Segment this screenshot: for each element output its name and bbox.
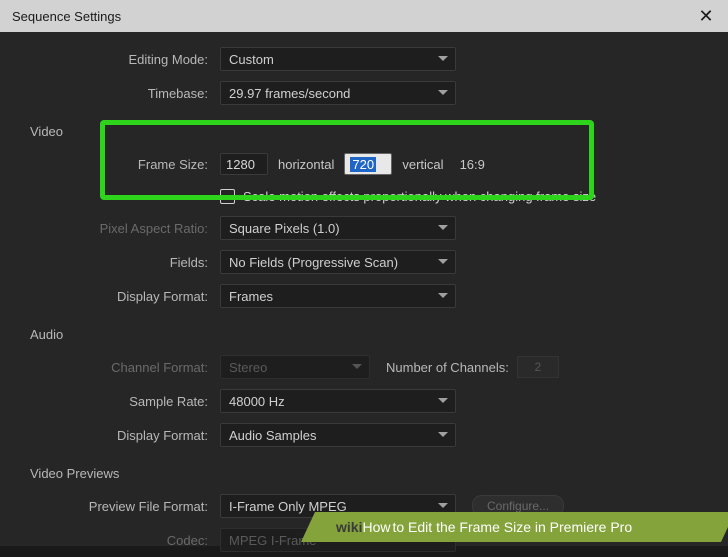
num-channels-label: Number of Channels: bbox=[386, 360, 509, 375]
audio-section-heading: Audio bbox=[20, 313, 708, 350]
window-title: Sequence Settings bbox=[12, 9, 121, 24]
pixel-aspect-ratio-label: Pixel Aspect Ratio: bbox=[20, 221, 220, 236]
num-channels-value: 2 bbox=[517, 356, 559, 378]
frame-height-input[interactable]: 720 bbox=[344, 153, 392, 175]
editing-mode-label: Editing Mode: bbox=[20, 52, 220, 67]
chevron-down-icon bbox=[437, 256, 449, 268]
chevron-down-icon bbox=[437, 290, 449, 302]
vertical-label: vertical bbox=[402, 157, 443, 172]
chevron-down-icon bbox=[437, 53, 449, 65]
wikihow-logo: wikiHow bbox=[336, 519, 390, 535]
sample-rate-label: Sample Rate: bbox=[20, 394, 220, 409]
video-display-format-select[interactable]: Frames bbox=[220, 284, 456, 308]
scale-motion-checkbox[interactable] bbox=[220, 189, 235, 204]
fields-value: No Fields (Progressive Scan) bbox=[229, 255, 398, 270]
timebase-select[interactable]: 29.97 frames/second bbox=[220, 81, 456, 105]
titlebar: Sequence Settings ✕ bbox=[0, 0, 728, 32]
video-previews-section-heading: Video Previews bbox=[20, 452, 708, 489]
sample-rate-select[interactable]: 48000 Hz bbox=[220, 389, 456, 413]
chevron-down-icon bbox=[437, 429, 449, 441]
chevron-down-icon bbox=[437, 500, 449, 512]
editing-mode-select[interactable]: Custom bbox=[220, 47, 456, 71]
wikihow-banner: wikiHow to Edit the Frame Size in Premie… bbox=[308, 512, 728, 542]
video-section-heading: Video bbox=[20, 110, 708, 147]
chevron-down-icon bbox=[437, 395, 449, 407]
preview-file-format-label: Preview File Format: bbox=[20, 499, 220, 514]
fields-label: Fields: bbox=[20, 255, 220, 270]
codec-label: Codec: bbox=[20, 533, 220, 548]
timebase-value: 29.97 frames/second bbox=[229, 86, 350, 101]
aspect-ratio: 16:9 bbox=[460, 157, 485, 172]
fields-select[interactable]: No Fields (Progressive Scan) bbox=[220, 250, 456, 274]
content-area: Editing Mode: Custom Timebase: 29.97 fra… bbox=[0, 32, 728, 546]
editing-mode-value: Custom bbox=[229, 52, 274, 67]
video-display-format-value: Frames bbox=[229, 289, 273, 304]
close-icon[interactable]: ✕ bbox=[694, 6, 718, 27]
channel-format-value: Stereo bbox=[229, 360, 267, 375]
audio-display-format-label: Display Format: bbox=[20, 428, 220, 443]
banner-text: to Edit the Frame Size in Premiere Pro bbox=[392, 519, 632, 535]
sample-rate-value: 48000 Hz bbox=[229, 394, 285, 409]
audio-display-format-select[interactable]: Audio Samples bbox=[220, 423, 456, 447]
pixel-aspect-ratio-value: Square Pixels (1.0) bbox=[229, 221, 340, 236]
audio-display-format-value: Audio Samples bbox=[229, 428, 316, 443]
channel-format-label: Channel Format: bbox=[20, 360, 220, 375]
video-display-format-label: Display Format: bbox=[20, 289, 220, 304]
frame-width-input[interactable]: 1280 bbox=[220, 153, 268, 175]
scale-motion-label: Scale motion effects proportionally when… bbox=[243, 189, 596, 204]
horizontal-label: horizontal bbox=[278, 157, 334, 172]
frame-size-label: Frame Size: bbox=[20, 157, 220, 172]
timebase-label: Timebase: bbox=[20, 86, 220, 101]
chevron-down-icon bbox=[351, 361, 363, 373]
chevron-down-icon bbox=[437, 87, 449, 99]
channel-format-select: Stereo bbox=[220, 355, 370, 379]
chevron-down-icon bbox=[437, 222, 449, 234]
pixel-aspect-ratio-select[interactable]: Square Pixels (1.0) bbox=[220, 216, 456, 240]
